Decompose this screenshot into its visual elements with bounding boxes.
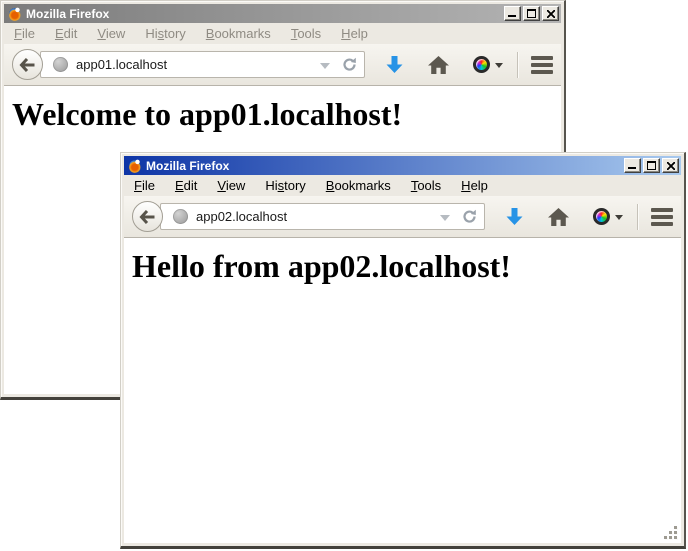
url-text: app01.localhost [76,57,314,72]
reload-button[interactable] [462,209,477,224]
url-dropdown-chevron-icon[interactable] [440,215,450,221]
maximize-icon [647,161,656,170]
menu-item-file[interactable]: File [7,24,42,43]
menu-item-help[interactable]: Help [454,176,495,195]
back-arrow-icon [139,210,156,224]
firefox-icon [127,158,142,173]
hamburger-icon [651,208,673,226]
close-icon [547,10,555,18]
resize-grip[interactable] [662,524,678,540]
hamburger-icon [531,56,553,74]
color-wheel-icon [473,56,490,73]
menu-item-tools[interactable]: Tools [284,24,328,43]
page-heading: Hello from app02.localhost! [132,248,681,285]
url-dropdown-chevron-icon[interactable] [320,63,330,69]
download-button[interactable] [505,207,524,226]
close-button[interactable] [542,6,559,21]
app-menu-button[interactable] [531,56,553,74]
window-title: Mozilla Firefox [26,7,502,21]
menu-item-bookmarks[interactable]: Bookmarks [199,24,278,43]
menu-bar: File Edit View History Bookmarks Tools Help [124,175,681,196]
home-button[interactable] [428,56,449,74]
close-icon [667,162,675,170]
close-button[interactable] [662,158,679,173]
page-content: Hello from app02.localhost! [124,238,681,543]
maximize-button[interactable] [523,6,540,21]
menu-item-file[interactable]: File [127,176,162,195]
url-text: app02.localhost [196,209,434,224]
minimize-button[interactable] [624,158,641,173]
firefox-window-app02: Mozilla Firefox File Edit View History Bookm… [120,152,686,549]
menu-item-view[interactable]: View [210,176,252,195]
download-arrow-icon [505,207,524,226]
back-button[interactable] [132,201,163,232]
firefox-icon [7,6,22,21]
extension-color-wheel-button[interactable] [473,56,503,73]
toolbar-separator [637,204,638,230]
navigation-toolbar: app02.localhost [124,196,681,238]
download-button[interactable] [385,55,404,74]
maximize-button[interactable] [643,158,660,173]
url-bar[interactable]: app02.localhost [160,203,485,230]
reload-icon [342,57,357,72]
download-arrow-icon [385,55,404,74]
url-bar[interactable]: app01.localhost [40,51,365,78]
back-button[interactable] [12,49,43,80]
home-button[interactable] [548,208,569,226]
menu-item-edit[interactable]: Edit [48,24,84,43]
minimize-icon [628,167,636,169]
app-menu-button[interactable] [651,208,673,226]
menu-item-tools[interactable]: Tools [404,176,448,195]
extension-color-wheel-button[interactable] [593,208,623,225]
titlebar[interactable]: Mozilla Firefox [124,156,681,175]
menu-item-edit[interactable]: Edit [168,176,204,195]
minimize-icon [508,15,516,17]
chevron-down-icon [495,63,503,68]
site-identity-globe-icon[interactable] [53,57,68,72]
menu-item-history[interactable]: History [258,176,312,195]
menu-item-help[interactable]: Help [334,24,375,43]
titlebar[interactable]: Mozilla Firefox [4,4,561,23]
site-identity-globe-icon[interactable] [173,209,188,224]
home-icon [548,208,569,226]
menu-item-history[interactable]: History [138,24,192,43]
minimize-button[interactable] [504,6,521,21]
menu-bar: File Edit View History Bookmarks Tools Help [4,23,561,44]
menu-item-view[interactable]: View [90,24,132,43]
chevron-down-icon [615,215,623,220]
color-wheel-icon [593,208,610,225]
window-title: Mozilla Firefox [146,159,622,173]
maximize-icon [527,9,536,18]
reload-button[interactable] [342,57,357,72]
home-icon [428,56,449,74]
back-arrow-icon [19,58,36,72]
menu-item-bookmarks[interactable]: Bookmarks [319,176,398,195]
reload-icon [462,209,477,224]
page-heading: Welcome to app01.localhost! [12,96,561,133]
navigation-toolbar: app01.localhost [4,44,561,86]
toolbar-separator [517,52,518,78]
